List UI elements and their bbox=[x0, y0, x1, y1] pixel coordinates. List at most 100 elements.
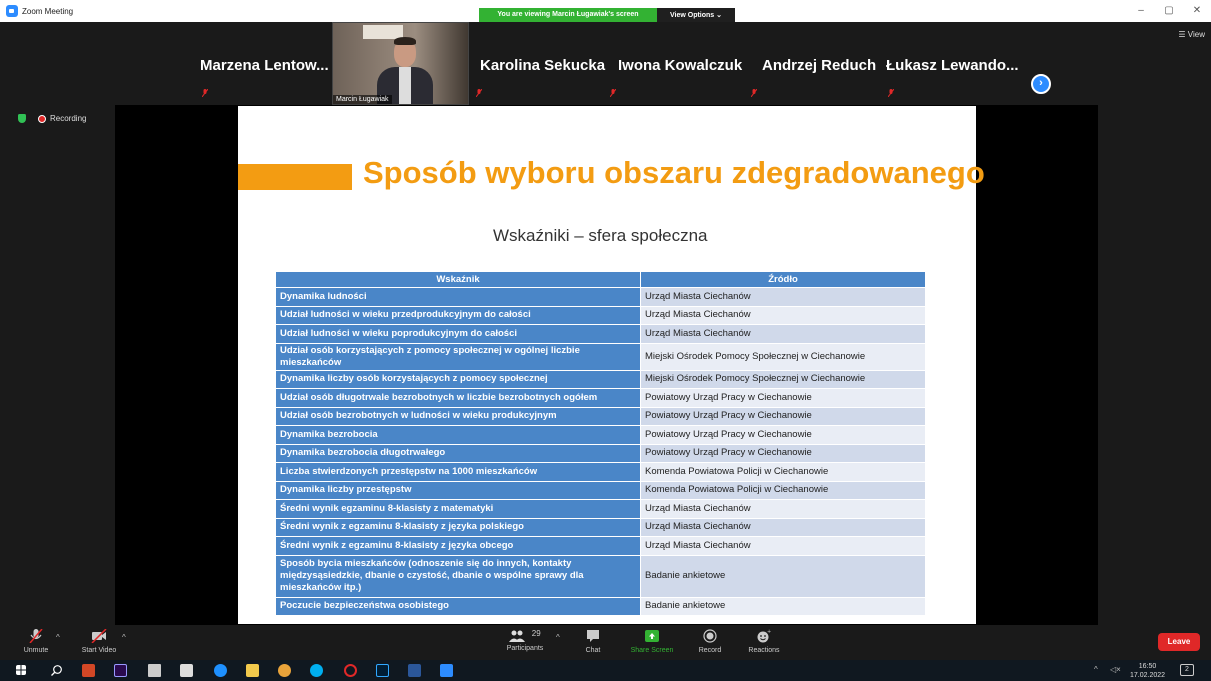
view-layout-button[interactable]: ☰ View bbox=[1178, 30, 1205, 39]
chat-button[interactable]: Chat bbox=[578, 625, 608, 660]
table-row: Dynamika bezrobocia Powiatowy Urząd Pracy… bbox=[276, 426, 926, 445]
unmute-label: Unmute bbox=[23, 647, 49, 654]
premiere-icon[interactable] bbox=[114, 664, 127, 677]
zoom-taskbar-icon[interactable] bbox=[440, 664, 453, 677]
audio-options-caret[interactable]: ^ bbox=[56, 633, 60, 642]
store-icon[interactable] bbox=[180, 664, 193, 677]
table-header-row: Wskaźnik Źródło bbox=[276, 272, 926, 288]
participants-button[interactable]: 29 Participants bbox=[500, 625, 550, 660]
table-row: Poczucie bezpieczeństwa osobistego Badani… bbox=[276, 597, 926, 616]
chrome-icon[interactable] bbox=[278, 664, 291, 677]
zoom-window: Zoom Meeting You are viewing Marcin Ługa… bbox=[0, 0, 1211, 681]
skype-icon[interactable] bbox=[310, 664, 323, 677]
indicator-cell: Udział osób długotrwale bezrobotnych w l… bbox=[276, 389, 641, 408]
muted-mic-icon bbox=[202, 89, 208, 97]
word-icon[interactable] bbox=[408, 664, 421, 677]
leave-button[interactable]: Leave bbox=[1158, 633, 1200, 651]
participant-tile[interactable]: Karolina Sekucka bbox=[474, 22, 606, 105]
record-button[interactable]: Record bbox=[694, 625, 726, 660]
table-row: Udział osób długotrwale bezrobotnych w l… bbox=[276, 389, 926, 408]
table-row: Średni wynik z egzaminu 8-klasisty z jęz… bbox=[276, 537, 926, 556]
source-cell: Miejski Ośrodek Pomocy Społecznej w Ciec… bbox=[641, 370, 926, 389]
indicator-cell: Poczucie bezpieczeństwa osobistego bbox=[276, 597, 641, 616]
next-page-button[interactable]: › bbox=[1031, 74, 1051, 94]
participant-tile[interactable]: Andrzej Reduch bbox=[749, 22, 881, 105]
share-screen-button[interactable]: Share Screen bbox=[628, 625, 676, 660]
notifications-icon[interactable]: 2 bbox=[1180, 664, 1194, 676]
table-row: Średni wynik z egzaminu 8-klasisty z jęz… bbox=[276, 518, 926, 537]
recording-label: Recording bbox=[50, 114, 87, 123]
table-row: Sposób bycia mieszkańców (odnoszenie się… bbox=[276, 555, 926, 598]
opera-icon[interactable] bbox=[344, 664, 357, 677]
muted-mic-icon bbox=[751, 89, 757, 97]
source-cell: Urząd Miasta Ciechanów bbox=[641, 306, 926, 325]
indicators-table: Wskaźnik Źródło Dynamika ludności Urząd M… bbox=[276, 272, 926, 616]
chat-icon bbox=[587, 630, 599, 642]
meeting-toolbar: Unmute ^ Start Video ^ 29 Participants ^… bbox=[0, 625, 1211, 660]
table-row: Udział ludności w wieku przedprodukcyjny… bbox=[276, 306, 926, 325]
table-row: Udział osób korzystających z pomocy społ… bbox=[276, 343, 926, 371]
source-cell: Urząd Miasta Ciechanów bbox=[641, 500, 926, 519]
indicator-cell: Sposób bycia mieszkańców (odnoszenie się… bbox=[276, 555, 641, 598]
active-speaker-video[interactable]: Marcin Ługawiak bbox=[332, 22, 469, 105]
indicator-cell: Udział ludności w wieku poprodukcyjnym d… bbox=[276, 325, 641, 344]
participant-name: Karolina Sekucka bbox=[480, 57, 606, 74]
indicator-cell: Udział osób bezrobotnych w ludności w wi… bbox=[276, 407, 641, 426]
unmute-button[interactable]: Unmute bbox=[16, 625, 56, 660]
indicator-cell: Średni wynik z egzaminu 8-klasisty z jęz… bbox=[276, 518, 641, 537]
start-video-button[interactable]: Start Video bbox=[76, 625, 122, 660]
svg-text:+: + bbox=[767, 629, 771, 635]
close-button[interactable]: ✕ bbox=[1183, 0, 1211, 22]
viewing-banner: You are viewing Marcin Ługawiak's screen… bbox=[479, 8, 735, 22]
table-row: Udział osób bezrobotnych w ludności w wi… bbox=[276, 407, 926, 426]
participants-icon-group: 29 bbox=[500, 629, 550, 643]
viewing-screen-label: You are viewing Marcin Ługawiak's screen bbox=[479, 8, 657, 22]
recording-indicator[interactable]: Recording bbox=[18, 114, 86, 123]
participant-name: Andrzej Reduch bbox=[762, 57, 877, 74]
source-cell: Komenda Powiatowa Policji w Ciechanowie bbox=[641, 481, 926, 500]
table-row: Udział ludności w wieku poprodukcyjnym d… bbox=[276, 325, 926, 344]
source-cell: Powiatowy Urząd Pracy w Ciechanowie bbox=[641, 444, 926, 463]
system-clock[interactable]: 16:50 17.02.2022 bbox=[1130, 662, 1165, 680]
participant-tile[interactable]: Łukasz Lewando... bbox=[886, 22, 1026, 105]
restore-button[interactable]: ▢ bbox=[1155, 0, 1183, 22]
source-cell: Powiatowy Urząd Pracy w Ciechanowie bbox=[641, 407, 926, 426]
table-row: Dynamika ludności Urząd Miasta Ciechanów bbox=[276, 288, 926, 307]
tray-overflow-icon[interactable]: ^ bbox=[1094, 665, 1098, 674]
muted-mic-icon bbox=[610, 89, 616, 97]
recording-dot-icon bbox=[38, 114, 46, 123]
slide-title: Sposób wyboru obszaru zdegradowanego bbox=[363, 155, 985, 190]
table-row: Średni wynik egzaminu 8-klasisty z matem… bbox=[276, 500, 926, 519]
participant-tile[interactable]: Marzena Lentow... bbox=[200, 22, 332, 105]
powerpoint-icon[interactable] bbox=[82, 664, 95, 677]
column-header-indicator: Wskaźnik bbox=[276, 272, 641, 288]
security-shield-icon[interactable] bbox=[18, 114, 26, 123]
speaker-volume-icon[interactable]: ◁× bbox=[1110, 665, 1121, 674]
reactions-label: Reactions bbox=[748, 647, 780, 654]
reactions-button[interactable]: + Reactions bbox=[744, 625, 784, 660]
table-row: Dynamika liczby osób korzystających z po… bbox=[276, 370, 926, 389]
participants-count: 29 bbox=[531, 629, 541, 638]
participant-tile[interactable]: Iwona Kowalczuk bbox=[608, 22, 748, 105]
speaker-shirt bbox=[399, 67, 411, 104]
view-options-button[interactable]: View Options ⌄ bbox=[657, 8, 735, 22]
indicator-cell: Dynamika ludności bbox=[276, 288, 641, 307]
participant-gallery: ☰ View Marzena Lentow... Karolina Sekuck… bbox=[0, 22, 1211, 105]
windows-start-icon[interactable] bbox=[16, 665, 26, 675]
table-row: Dynamika bezrobocia długotrwałego Powiato… bbox=[276, 444, 926, 463]
search-icon[interactable] bbox=[50, 664, 63, 677]
clock-date: 17.02.2022 bbox=[1130, 672, 1166, 679]
mail-icon[interactable] bbox=[148, 664, 161, 677]
participants-options-caret[interactable]: ^ bbox=[556, 633, 560, 642]
photoshop-icon[interactable] bbox=[376, 664, 389, 677]
wall-picture bbox=[363, 25, 403, 39]
minimize-button[interactable]: – bbox=[1127, 0, 1155, 22]
video-options-caret[interactable]: ^ bbox=[122, 633, 126, 642]
speaker-hair bbox=[394, 37, 416, 45]
edge-icon[interactable] bbox=[214, 664, 227, 677]
file-explorer-icon[interactable] bbox=[246, 664, 259, 677]
indicator-cell: Dynamika bezrobocia bbox=[276, 426, 641, 445]
muted-mic-icon bbox=[888, 89, 894, 97]
share-screen-label: Share Screen bbox=[630, 647, 674, 654]
source-cell: Powiatowy Urząd Pracy w Ciechanowie bbox=[641, 426, 926, 445]
